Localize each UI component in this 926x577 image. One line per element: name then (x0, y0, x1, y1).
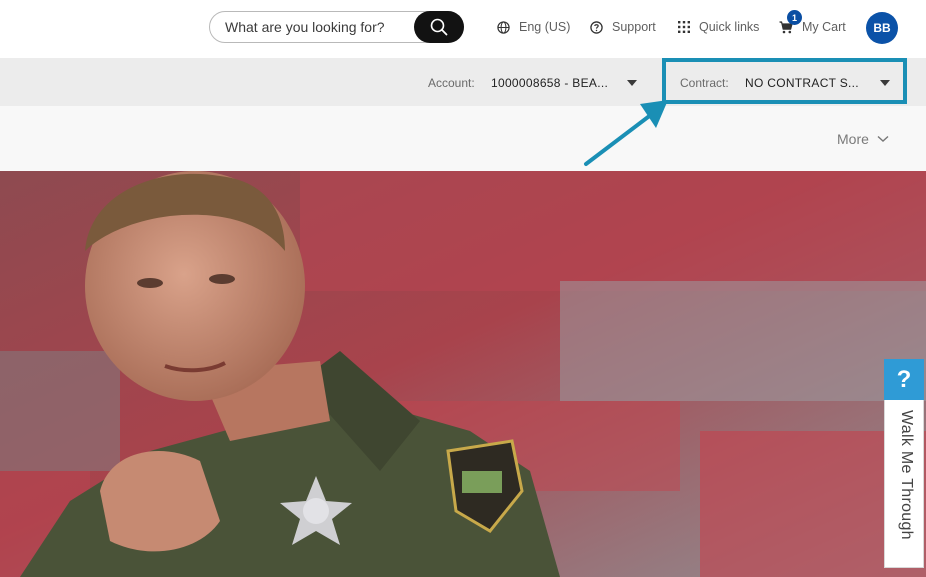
user-avatar[interactable]: BB (866, 12, 898, 44)
secondary-nav (0, 106, 926, 171)
cart-count-badge: 1 (787, 10, 802, 25)
account-value[interactable]: 1000008658 - BEA... (491, 76, 608, 90)
language-label: Eng (US) (519, 20, 571, 34)
grid-icon (678, 21, 690, 33)
search-box (209, 11, 464, 43)
chevron-down-icon (877, 135, 889, 142)
globe-icon (497, 20, 510, 34)
cart-label: My Cart (802, 20, 846, 34)
walk-me-through-widget[interactable]: ? Walk Me Through (884, 359, 924, 568)
walk-me-through-label: Walk Me Through (898, 410, 915, 540)
search-button[interactable] (414, 11, 464, 43)
more-label: More (837, 131, 869, 147)
language-selector[interactable]: Eng (US) (497, 19, 570, 35)
help-question-icon[interactable]: ? (884, 359, 924, 400)
walk-me-through-tab[interactable]: Walk Me Through (884, 400, 924, 568)
contract-selector-highlight[interactable] (662, 58, 907, 104)
quick-links-menu[interactable]: Quick links (678, 19, 759, 35)
annotation-arrow-icon (584, 100, 668, 166)
account-label: Account: (428, 76, 475, 90)
hero-photo (0, 171, 926, 577)
account-dropdown-caret-icon[interactable] (627, 80, 637, 86)
search-icon (430, 18, 448, 36)
question-circle-icon (590, 20, 603, 34)
hero-banner-image (0, 171, 926, 577)
support-link[interactable]: Support (590, 19, 656, 35)
top-bar: Eng (US) Support Quick links My Cart 1 B… (0, 0, 926, 58)
more-menu-button[interactable]: More (837, 131, 889, 147)
quick-links-label: Quick links (699, 20, 760, 34)
support-label: Support (612, 20, 656, 34)
search-input[interactable] (225, 12, 415, 42)
